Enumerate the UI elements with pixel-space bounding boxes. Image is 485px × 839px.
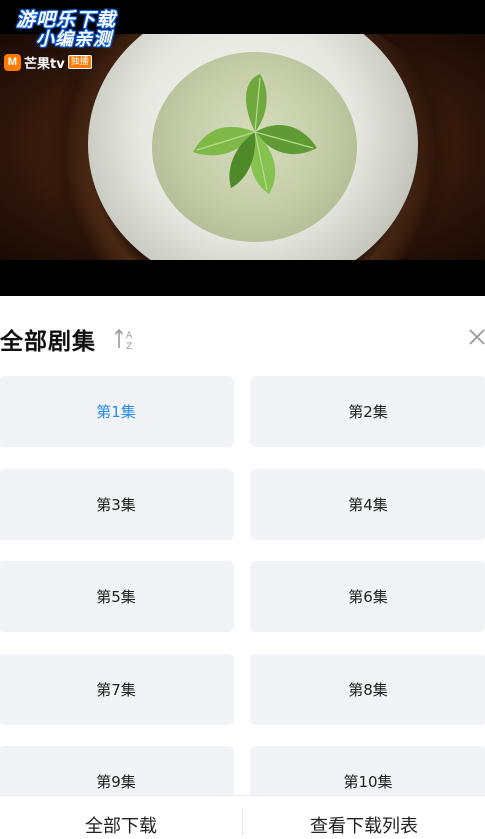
view-download-list-button[interactable]: 查看下载列表: [243, 796, 485, 839]
sheet-title: 全部剧集: [0, 329, 96, 355]
mango-logo-icon: M: [4, 53, 21, 71]
episodes-sheet: 全部剧集 A Z 第1集 第2集 第3集 第4集 第5集 第6集 第7集 第8集 第9集 第10集: [0, 296, 485, 839]
tea-leaves: [193, 74, 317, 194]
episode-item-3[interactable]: 第3集: [0, 469, 234, 540]
sheet-header: 全部剧集 A Z: [0, 318, 485, 360]
exclusive-badge: 独播: [67, 55, 92, 69]
episode-item-2[interactable]: 第2集: [250, 376, 485, 447]
episode-item-4[interactable]: 第4集: [250, 469, 485, 540]
svg-text:A: A: [126, 331, 133, 341]
watermark-line-2: 小编亲测: [36, 29, 112, 50]
video-player[interactable]: 游吧乐下载 小编亲测 M 芒果tv 独播: [0, 0, 485, 296]
bottom-action-bar: 全部下载 查看下载列表: [0, 795, 485, 839]
site-watermark: 游吧乐下载 小编亲测: [6, 10, 146, 50]
channel-name: 芒果tv: [24, 56, 65, 72]
sort-az-icon[interactable]: A Z: [114, 326, 136, 352]
episode-item-5[interactable]: 第5集: [0, 561, 234, 632]
watermark-line-1: 游吧乐下载: [16, 9, 117, 31]
svg-text:Z: Z: [126, 342, 132, 352]
episode-item-7[interactable]: 第7集: [0, 654, 234, 725]
download-all-button[interactable]: 全部下载: [0, 796, 242, 839]
close-icon[interactable]: [468, 328, 485, 346]
episode-item-1[interactable]: 第1集: [0, 376, 234, 447]
channel-logo: M 芒果tv 独播: [4, 53, 92, 72]
episode-item-8[interactable]: 第8集: [250, 654, 485, 725]
episode-item-6[interactable]: 第6集: [250, 561, 485, 632]
